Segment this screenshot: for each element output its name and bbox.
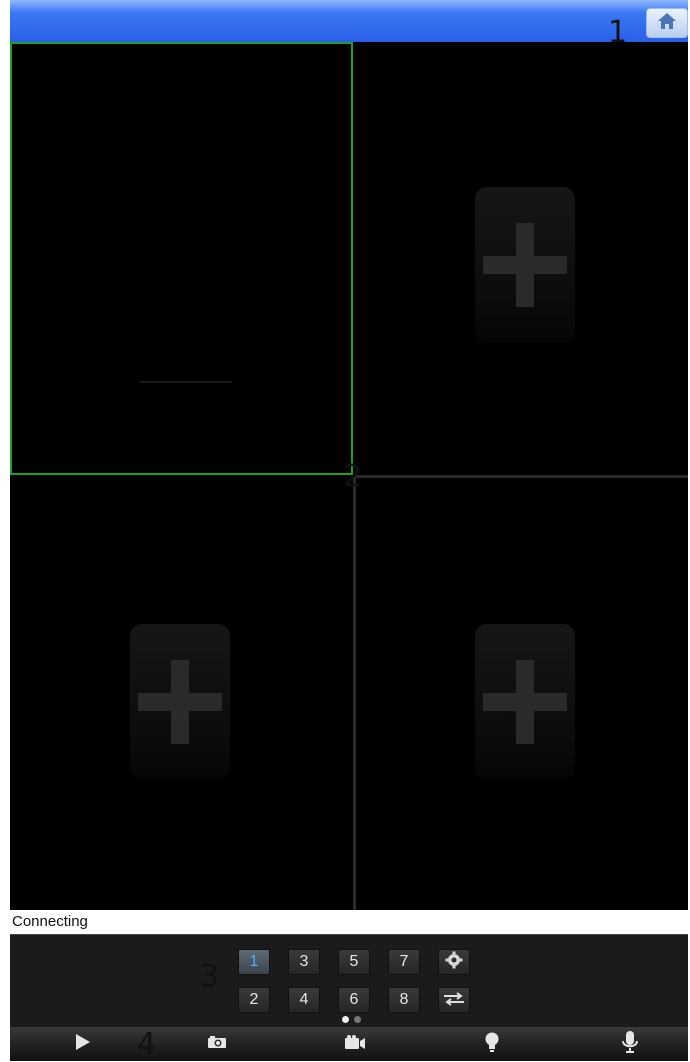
callout-2: 2: [343, 459, 363, 494]
channel-button-6[interactable]: 6: [338, 987, 370, 1013]
record-button[interactable]: [340, 1027, 370, 1061]
camera-snapshot-icon: [207, 1035, 227, 1054]
channel-button-7[interactable]: 7: [388, 949, 420, 975]
page-dot[interactable]: [354, 1016, 361, 1023]
snapshot-button[interactable]: [202, 1027, 232, 1061]
channel-panel: 1 3 5 7 2 4 6 8: [10, 934, 688, 1028]
add-camera-button[interactable]: [475, 624, 575, 780]
channel-button-4[interactable]: 4: [288, 987, 320, 1013]
callout-3: 3: [200, 959, 220, 994]
status-bar: Connecting: [10, 910, 688, 934]
switch-arrows-icon: [443, 991, 465, 1008]
page-dot-active: [342, 1016, 349, 1023]
page-indicator: [342, 1016, 366, 1024]
light-bulb-icon: [484, 1031, 500, 1058]
channel-button-5[interactable]: 5: [338, 949, 370, 975]
grid-divider-vertical: [353, 475, 356, 910]
light-button[interactable]: [477, 1027, 507, 1061]
callout-4: 4: [137, 1027, 157, 1062]
add-camera-button[interactable]: [130, 624, 230, 780]
video-slot-2[interactable]: [355, 42, 688, 475]
gear-icon: [445, 951, 463, 970]
loading-indicator: [140, 381, 232, 383]
bottom-toolbar: [10, 1027, 688, 1061]
play-button[interactable]: [68, 1027, 98, 1061]
video-slot-1[interactable]: [10, 42, 353, 475]
grid-divider-horizontal: [353, 475, 688, 478]
switch-layout-button[interactable]: [438, 987, 470, 1013]
settings-button[interactable]: [438, 949, 470, 975]
title-bar: [10, 0, 688, 42]
play-icon: [75, 1033, 91, 1056]
status-text: Connecting: [12, 913, 88, 930]
channel-button-2[interactable]: 2: [238, 987, 270, 1013]
add-camera-button[interactable]: [475, 187, 575, 343]
channel-button-1[interactable]: 1: [238, 949, 270, 975]
video-record-icon: [344, 1034, 366, 1055]
video-slot-4[interactable]: [357, 479, 688, 910]
channel-button-3[interactable]: 3: [288, 949, 320, 975]
channel-button-8[interactable]: 8: [388, 987, 420, 1013]
app-frame: Connecting 1 3 5 7 2 4 6 8: [10, 0, 688, 1061]
callout-1: 1: [608, 15, 628, 50]
microphone-button[interactable]: [615, 1027, 645, 1061]
microphone-icon: [621, 1030, 639, 1059]
home-button[interactable]: [646, 8, 688, 38]
home-icon: [657, 12, 677, 35]
video-slot-3[interactable]: [10, 479, 353, 910]
